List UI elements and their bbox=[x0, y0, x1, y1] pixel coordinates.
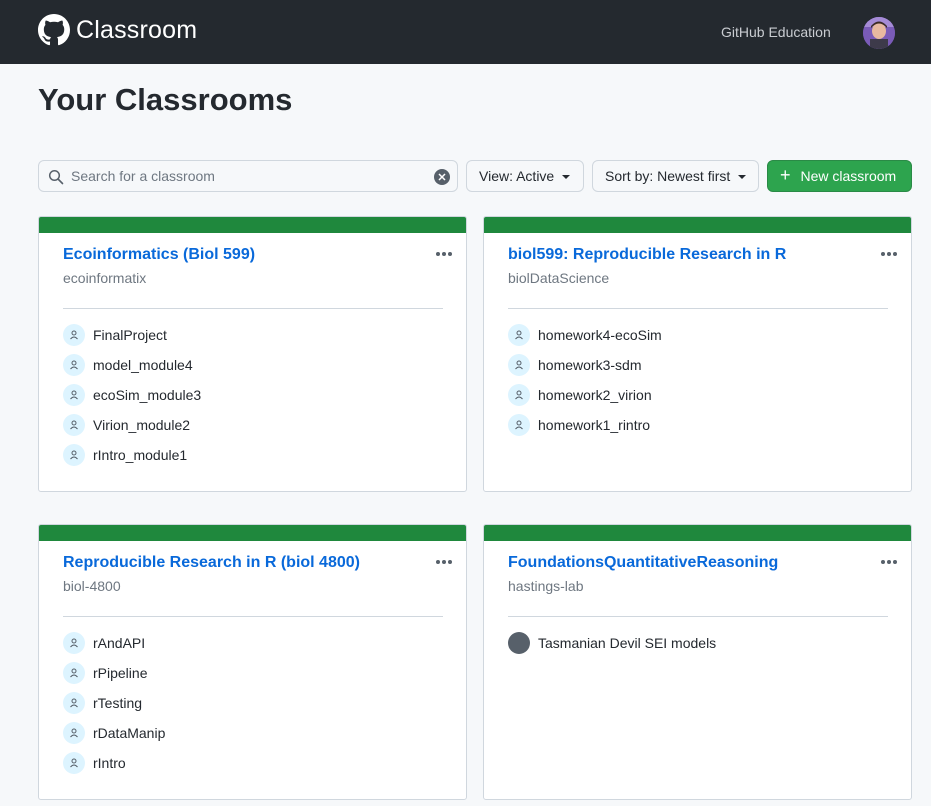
kebab-menu-icon[interactable] bbox=[881, 551, 901, 564]
view-filter-dropdown[interactable]: View: Active bbox=[466, 160, 584, 192]
person-icon bbox=[508, 354, 530, 376]
person-icon bbox=[63, 692, 85, 714]
assignment-item[interactable]: ecoSim_module3 bbox=[63, 380, 201, 410]
assignment-item[interactable]: rIntro_module1 bbox=[63, 440, 201, 470]
user-avatar[interactable] bbox=[863, 17, 895, 49]
assignment-label: rAndAPI bbox=[93, 635, 146, 651]
caret-down-icon bbox=[738, 175, 747, 179]
group-assignment-icon bbox=[508, 632, 530, 654]
divider bbox=[508, 308, 888, 309]
person-icon bbox=[63, 722, 85, 744]
assignment-list: Tasmanian Devil SEI models bbox=[508, 628, 716, 658]
person-icon bbox=[63, 384, 85, 406]
assignment-item[interactable]: rPipeline bbox=[63, 658, 165, 688]
assignment-label: Tasmanian Devil SEI models bbox=[538, 635, 717, 651]
classroom-toolbar: View: Active Sort by: Newest first + New… bbox=[38, 160, 912, 192]
clear-search-button[interactable] bbox=[434, 169, 450, 185]
assignment-item[interactable]: Virion_module2 bbox=[63, 410, 201, 440]
classroom-card: Reproducible Research in R (biol 4800) b… bbox=[38, 524, 467, 800]
assignment-item[interactable]: homework4-ecoSim bbox=[508, 320, 662, 350]
classroom-card: biol599: Reproducible Research in R biol… bbox=[483, 216, 912, 492]
page-title: Your Classrooms bbox=[38, 82, 293, 117]
classroom-card: Ecoinformatics (Biol 599) ecoinformatix … bbox=[38, 216, 467, 492]
assignment-list: rAndAPI rPipeline rTesting rDataManip rI… bbox=[63, 628, 165, 778]
assignment-list: FinalProject model_module4 ecoSim_module… bbox=[63, 320, 201, 470]
assignment-label: homework4-ecoSim bbox=[538, 327, 662, 343]
classroom-title-link[interactable]: Reproducible Research in R (biol 4800) bbox=[63, 554, 360, 572]
assignment-item[interactable]: rTesting bbox=[63, 688, 165, 718]
person-icon bbox=[63, 324, 85, 346]
new-classroom-label: New classroom bbox=[800, 168, 897, 184]
assignment-label: rTesting bbox=[93, 695, 143, 711]
new-classroom-button[interactable]: + New classroom bbox=[767, 160, 912, 192]
assignment-item[interactable]: model_module4 bbox=[63, 350, 201, 380]
github-octocat-icon bbox=[38, 14, 70, 46]
kebab-menu-icon[interactable] bbox=[436, 243, 456, 256]
search-box bbox=[38, 160, 458, 192]
assignment-item[interactable]: rIntro bbox=[63, 748, 165, 778]
assignment-label: homework3-sdm bbox=[538, 357, 642, 373]
assignment-label: rDataManip bbox=[93, 725, 166, 741]
view-filter-label: View: Active bbox=[479, 168, 555, 184]
caret-down-icon bbox=[562, 175, 571, 179]
person-icon bbox=[63, 414, 85, 436]
divider bbox=[508, 616, 888, 617]
assignment-label: model_module4 bbox=[93, 357, 193, 373]
person-icon bbox=[63, 662, 85, 684]
assignment-item[interactable]: rDataManip bbox=[63, 718, 165, 748]
classroom-title-link[interactable]: Ecoinformatics (Biol 599) bbox=[63, 246, 255, 264]
classroom-title-link[interactable]: biol599: Reproducible Research in R bbox=[508, 246, 786, 264]
github-education-link[interactable]: GitHub Education bbox=[721, 24, 831, 40]
person-icon bbox=[63, 632, 85, 654]
assignment-label: ecoSim_module3 bbox=[93, 387, 202, 403]
sort-dropdown[interactable]: Sort by: Newest first bbox=[592, 160, 759, 192]
card-header-bar bbox=[484, 217, 911, 233]
classroom-card: FoundationsQuantitativeReasoning hasting… bbox=[483, 524, 912, 800]
logo-text: Classroom bbox=[76, 15, 198, 44]
card-header-bar bbox=[39, 525, 466, 541]
classroom-org: biolDataScience bbox=[508, 270, 610, 286]
person-icon bbox=[508, 384, 530, 406]
divider bbox=[63, 616, 443, 617]
assignment-item[interactable]: homework2_virion bbox=[508, 380, 662, 410]
divider bbox=[63, 308, 443, 309]
person-icon bbox=[63, 354, 85, 376]
assignment-item[interactable]: homework3-sdm bbox=[508, 350, 662, 380]
assignment-label: rIntro bbox=[93, 755, 126, 771]
kebab-menu-icon[interactable] bbox=[436, 551, 456, 564]
close-icon bbox=[438, 173, 446, 181]
assignment-item[interactable]: Tasmanian Devil SEI models bbox=[508, 628, 716, 658]
assignment-list: homework4-ecoSim homework3-sdm homework2… bbox=[508, 320, 662, 440]
classroom-org: hastings-lab bbox=[508, 578, 584, 594]
assignment-label: homework1_rintro bbox=[538, 417, 651, 433]
assignment-label: rPipeline bbox=[93, 665, 148, 681]
sort-label: Sort by: Newest first bbox=[605, 168, 731, 184]
assignment-label: homework2_virion bbox=[538, 387, 652, 403]
plus-icon: + bbox=[780, 164, 791, 185]
assignment-item[interactable]: homework1_rintro bbox=[508, 410, 662, 440]
avatar-image-icon bbox=[863, 17, 895, 49]
search-input[interactable] bbox=[71, 161, 421, 191]
classroom-title-link[interactable]: FoundationsQuantitativeReasoning bbox=[508, 554, 778, 572]
search-icon bbox=[48, 169, 64, 185]
assignment-label: FinalProject bbox=[93, 327, 167, 343]
assignment-item[interactable]: FinalProject bbox=[63, 320, 201, 350]
person-icon bbox=[63, 444, 85, 466]
person-icon bbox=[63, 752, 85, 774]
person-icon bbox=[508, 414, 530, 436]
card-header-bar bbox=[39, 217, 466, 233]
assignment-label: rIntro_module1 bbox=[93, 447, 188, 463]
assignment-label: Virion_module2 bbox=[93, 417, 191, 433]
classroom-logo[interactable]: Classroom bbox=[38, 14, 197, 46]
top-navigation-bar: Classroom GitHub Education bbox=[0, 0, 931, 64]
assignment-item[interactable]: rAndAPI bbox=[63, 628, 165, 658]
card-header-bar bbox=[484, 525, 911, 541]
classroom-org: biol-4800 bbox=[63, 578, 121, 594]
classroom-org: ecoinformatix bbox=[63, 270, 147, 286]
kebab-menu-icon[interactable] bbox=[881, 243, 901, 256]
person-icon bbox=[508, 324, 530, 346]
